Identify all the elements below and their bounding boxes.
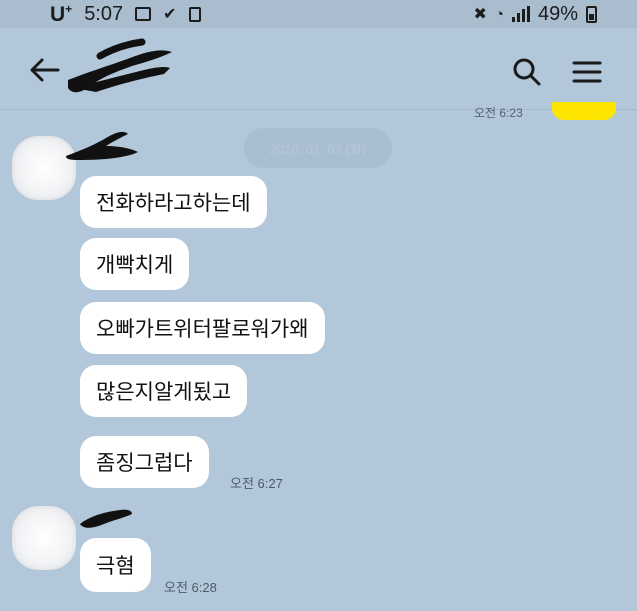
date-divider: 2020. 01. 07.(화) — [244, 128, 392, 168]
previous-message-time: 오전 6:23 — [474, 106, 523, 120]
carrier-text: U — [50, 2, 66, 26]
menu-button[interactable] — [570, 58, 604, 86]
status-bar: U+ 5:07 ✔ ✖ ◔ 49% — [0, 0, 637, 28]
header-divider — [0, 109, 637, 110]
mute-icon: ✖ — [473, 6, 487, 23]
battery-icon — [586, 5, 597, 23]
back-arrow-icon — [30, 58, 60, 82]
search-icon — [513, 58, 541, 86]
previous-own-bubble[interactable] — [552, 102, 616, 120]
message-bubble[interactable]: 극혐 — [80, 538, 151, 592]
status-left: U+ 5:07 ✔ — [50, 0, 201, 28]
sender-name-redaction — [66, 131, 138, 160]
sender-name-redaction — [80, 509, 132, 528]
signal-icon — [511, 6, 530, 22]
sender-avatar[interactable] — [12, 506, 76, 570]
wifi-icon: ◔ — [494, 5, 504, 23]
gallery-icon — [135, 7, 152, 21]
title-redaction — [68, 38, 172, 93]
status-right: ✖ ◔ 49% — [473, 0, 597, 28]
battery-percent: 49% — [537, 2, 578, 25]
carrier-sup: + — [65, 1, 73, 16]
message-bubble[interactable]: 많은지알게됬고 — [80, 365, 248, 417]
notification-icon — [188, 6, 201, 22]
carrier-label: U+ — [50, 2, 72, 27]
talk-icon: ✔ — [163, 6, 177, 23]
menu-icon — [572, 61, 602, 83]
chat-header — [0, 28, 637, 110]
message-bubble[interactable]: 좀징그럽다 — [80, 436, 209, 488]
message-bubble[interactable]: 오빠가트위터팔로워가왜 — [80, 302, 325, 354]
back-button[interactable] — [28, 56, 62, 84]
message-bubble[interactable]: 개빡치게 — [80, 238, 190, 290]
message-time: 오전 6:27 — [230, 476, 283, 491]
search-button[interactable] — [511, 56, 543, 88]
status-time: 5:07 — [84, 2, 124, 25]
chat-screen: U+ 5:07 ✔ ✖ ◔ 49% 오전 6:23 2020. 01. 07.(… — [0, 0, 637, 611]
message-bubble[interactable]: 전화하라고하는데 — [80, 176, 267, 228]
message-time: 오전 6:28 — [164, 580, 217, 595]
